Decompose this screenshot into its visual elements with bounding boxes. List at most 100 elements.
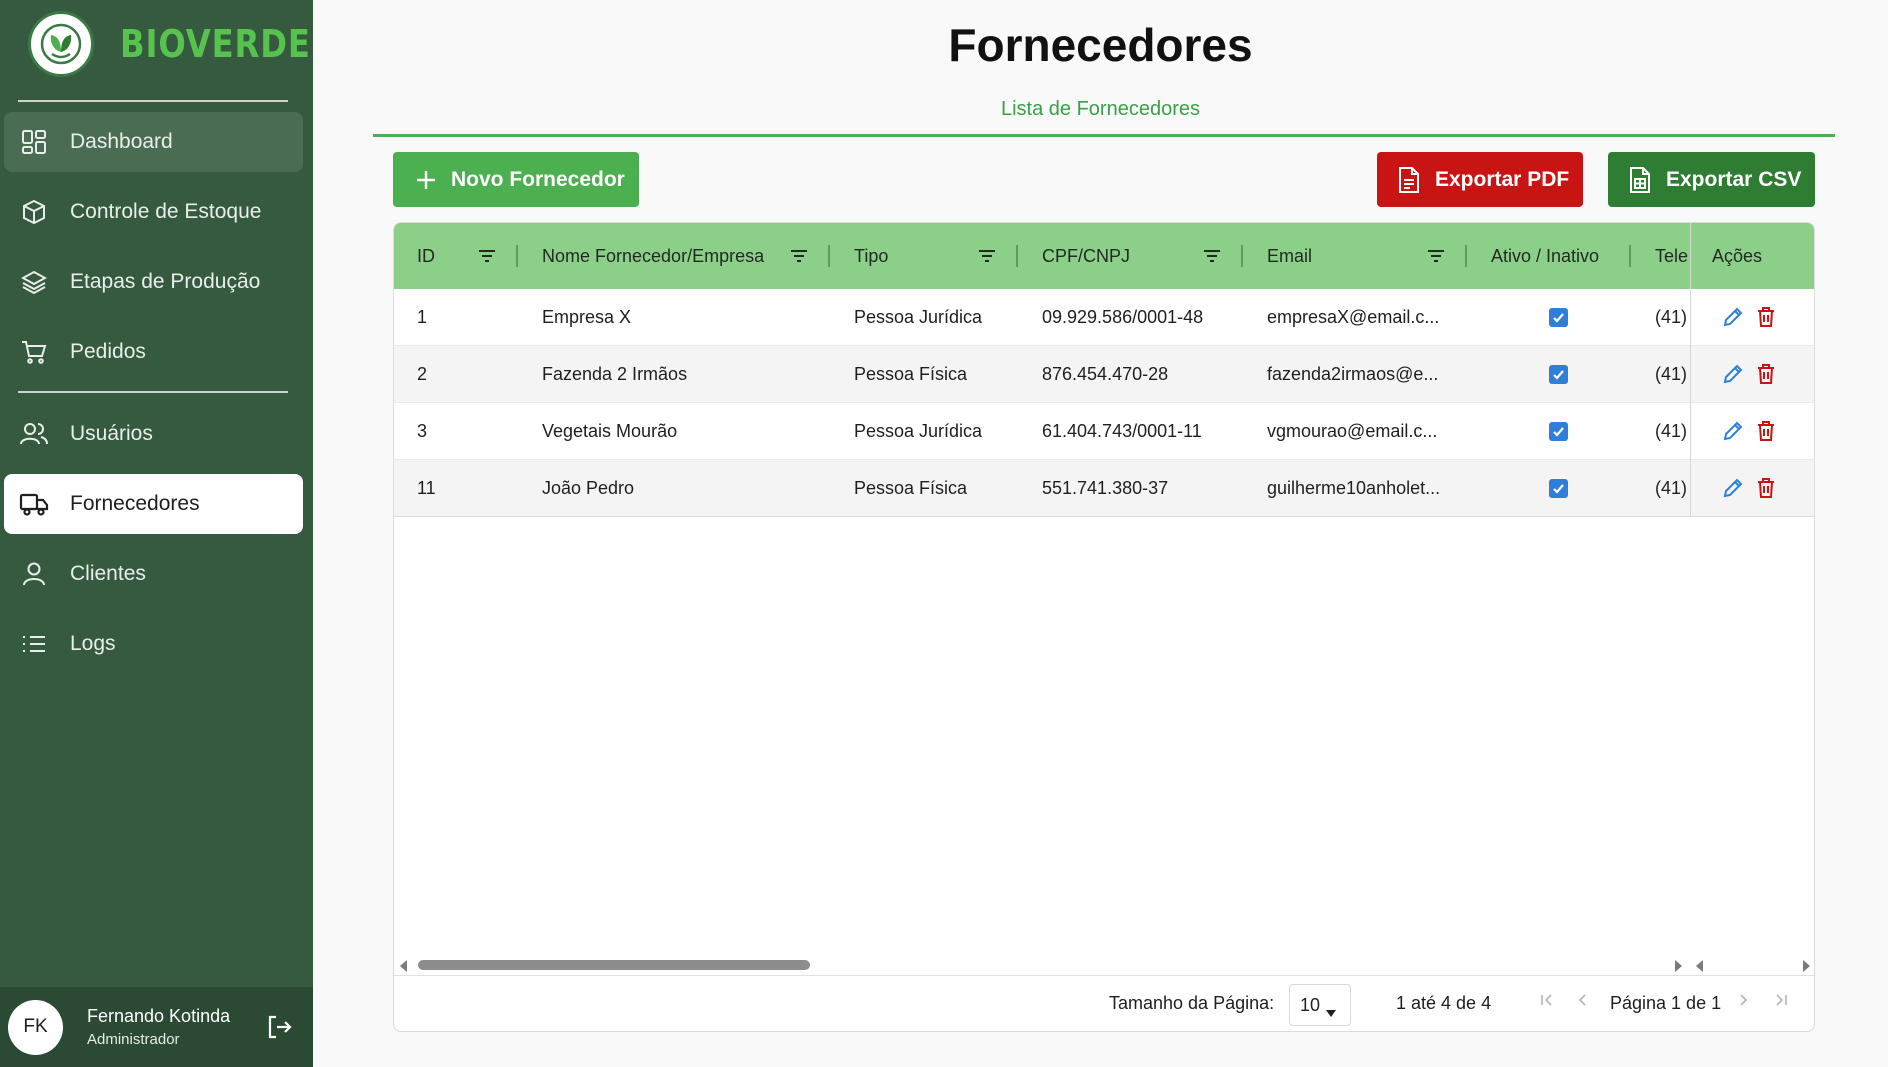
horizontal-scrollbar[interactable]: [394, 953, 1814, 975]
sidebar-item-dashboard[interactable]: Dashboard: [4, 112, 303, 172]
filter-icon[interactable]: [478, 247, 496, 265]
delete-icon[interactable]: [1756, 460, 1776, 516]
sidebar-item-clientes[interactable]: Clientes: [4, 544, 303, 604]
column-header-acoes: Ações: [1712, 245, 1763, 266]
new-supplier-button[interactable]: Novo Fornecedor: [393, 152, 639, 207]
export-pdf-button[interactable]: Exportar PDF: [1377, 152, 1583, 207]
leaf-logo-icon: [28, 11, 94, 77]
column-separator[interactable]: [1241, 245, 1243, 267]
edit-icon[interactable]: [1722, 289, 1744, 345]
layers-icon: [18, 266, 50, 298]
column-separator[interactable]: [1016, 245, 1018, 267]
edit-icon[interactable]: [1722, 460, 1744, 516]
cell-cpf-cnpj: 61.404.743/0001-11: [1042, 420, 1202, 441]
cell-email: vgmourao@email.c...: [1267, 420, 1438, 441]
sidebar-item-logs[interactable]: Logs: [4, 614, 303, 674]
sidebar-divider: [18, 100, 288, 102]
users-icon: [18, 418, 50, 450]
table-header: ID Nome Fornecedor/Empresa Tipo CPF/CNPJ…: [394, 223, 1814, 289]
previous-page-icon[interactable]: [1577, 993, 1587, 1011]
delete-icon[interactable]: [1756, 289, 1776, 345]
table-row[interactable]: 1 Empresa X Pessoa Jurídica 09.929.586/0…: [394, 289, 1814, 346]
next-page-icon[interactable]: [1739, 993, 1749, 1011]
active-checkbox[interactable]: [1549, 289, 1568, 345]
filter-icon[interactable]: [790, 247, 808, 265]
column-header-name[interactable]: Nome Fornecedor/Empresa: [542, 223, 764, 289]
active-checkbox[interactable]: [1549, 403, 1568, 459]
sidebar-item-label: Clientes: [70, 562, 146, 585]
scrollbar-thumb[interactable]: [418, 960, 810, 970]
suppliers-table: ID Nome Fornecedor/Empresa Tipo CPF/CNPJ…: [393, 222, 1815, 1032]
pinned-column-border: [1690, 223, 1691, 516]
cell-email: guilherme10anholet...: [1267, 477, 1441, 498]
edit-icon[interactable]: [1722, 346, 1744, 402]
column-header-tipo[interactable]: Tipo: [854, 223, 888, 289]
cell-name: João Pedro: [542, 477, 635, 498]
filter-icon[interactable]: [1427, 247, 1445, 265]
sidebar-item-producao[interactable]: Etapas de Produção: [4, 252, 303, 312]
sidebar-item-label: Controle de Estoque: [70, 200, 262, 223]
box-icon: [18, 196, 50, 228]
column-separator[interactable]: [828, 245, 830, 267]
page-subtitle: Lista de Fornecedores: [1000, 98, 1200, 120]
last-page-icon[interactable]: [1775, 993, 1787, 1011]
sidebar-divider: [18, 391, 288, 393]
delete-icon[interactable]: [1756, 346, 1776, 402]
column-header-ativo[interactable]: Ativo / Inativo: [1491, 223, 1599, 289]
column-header-email[interactable]: Email: [1267, 223, 1312, 289]
cell-cpf-cnpj: 876.454.470-28: [1042, 363, 1169, 384]
brand-logo[interactable]: BIOVERDE: [28, 6, 345, 82]
filter-icon[interactable]: [978, 247, 996, 265]
cell-name: Vegetais Mourão: [542, 420, 678, 441]
cell-telefone: (41): [1655, 306, 1688, 327]
list-icon: [18, 628, 50, 660]
cell-tipo: Pessoa Física: [854, 363, 968, 384]
page-size-label: Tamanho da Página:: [1109, 993, 1275, 1013]
user-icon: [18, 558, 50, 590]
user-profile: FK Fernando Kotinda Administrador: [0, 987, 313, 1067]
edit-icon[interactable]: [1722, 403, 1744, 459]
sidebar-item-label: Dashboard: [70, 130, 173, 153]
spreadsheet-icon: [1628, 166, 1652, 194]
table-row[interactable]: 11 João Pedro Pessoa Física 551.741.380-…: [394, 460, 1814, 517]
sidebar-item-label: Pedidos: [70, 340, 146, 363]
sidebar-item-estoque[interactable]: Controle de Estoque: [4, 182, 303, 242]
table-row[interactable]: 3 Vegetais Mourão Pessoa Jurídica 61.404…: [394, 403, 1814, 460]
plus-icon: [415, 169, 437, 191]
cart-icon: [18, 336, 50, 368]
cell-telefone: (41): [1655, 477, 1688, 498]
new-supplier-label: Novo Fornecedor: [451, 167, 625, 191]
sidebar-item-usuarios[interactable]: Usuários: [4, 404, 303, 464]
export-csv-button[interactable]: Exportar CSV: [1608, 152, 1815, 207]
filter-icon[interactable]: [1203, 247, 1221, 265]
logout-icon[interactable]: [265, 1013, 293, 1041]
column-separator[interactable]: [1629, 245, 1631, 267]
first-page-icon[interactable]: [1541, 993, 1553, 1011]
column-header-telefone[interactable]: Tele: [1655, 223, 1689, 289]
column-separator[interactable]: [1465, 245, 1467, 267]
cell-name: Fazenda 2 Irmãos: [542, 363, 688, 384]
brand-name: BIOVERDE: [120, 22, 311, 66]
cell-id: 1: [417, 306, 428, 327]
column-header-cpf-cnpj[interactable]: CPF/CNPJ: [1042, 223, 1130, 289]
user-name: Fernando Kotinda: [87, 1006, 231, 1026]
table-body-border: [394, 516, 1814, 517]
page-range: 1 até 4 de 4: [1396, 993, 1492, 1013]
cell-tipo: Pessoa Jurídica: [854, 306, 983, 327]
delete-icon[interactable]: [1756, 403, 1776, 459]
page-size-select[interactable]: 10: [1289, 984, 1351, 1026]
cell-id: 2: [417, 363, 428, 384]
active-checkbox[interactable]: [1549, 346, 1568, 402]
page-indicator: Página 1 de 1: [1610, 993, 1722, 1013]
avatar[interactable]: FK: [8, 999, 63, 1055]
page-title: Fornecedores: [948, 19, 1253, 71]
sidebar-item-pedidos[interactable]: Pedidos: [4, 322, 303, 382]
column-separator[interactable]: [516, 245, 518, 267]
table-row[interactable]: 2 Fazenda 2 Irmãos Pessoa Física 876.454…: [394, 346, 1814, 403]
page-size-value: 10: [1300, 994, 1321, 1015]
cell-telefone: (41): [1655, 363, 1688, 384]
active-checkbox[interactable]: [1549, 460, 1568, 516]
sidebar-item-fornecedores[interactable]: Fornecedores: [4, 474, 303, 534]
cell-name: Empresa X: [542, 306, 632, 327]
column-header-id[interactable]: ID: [417, 223, 435, 289]
